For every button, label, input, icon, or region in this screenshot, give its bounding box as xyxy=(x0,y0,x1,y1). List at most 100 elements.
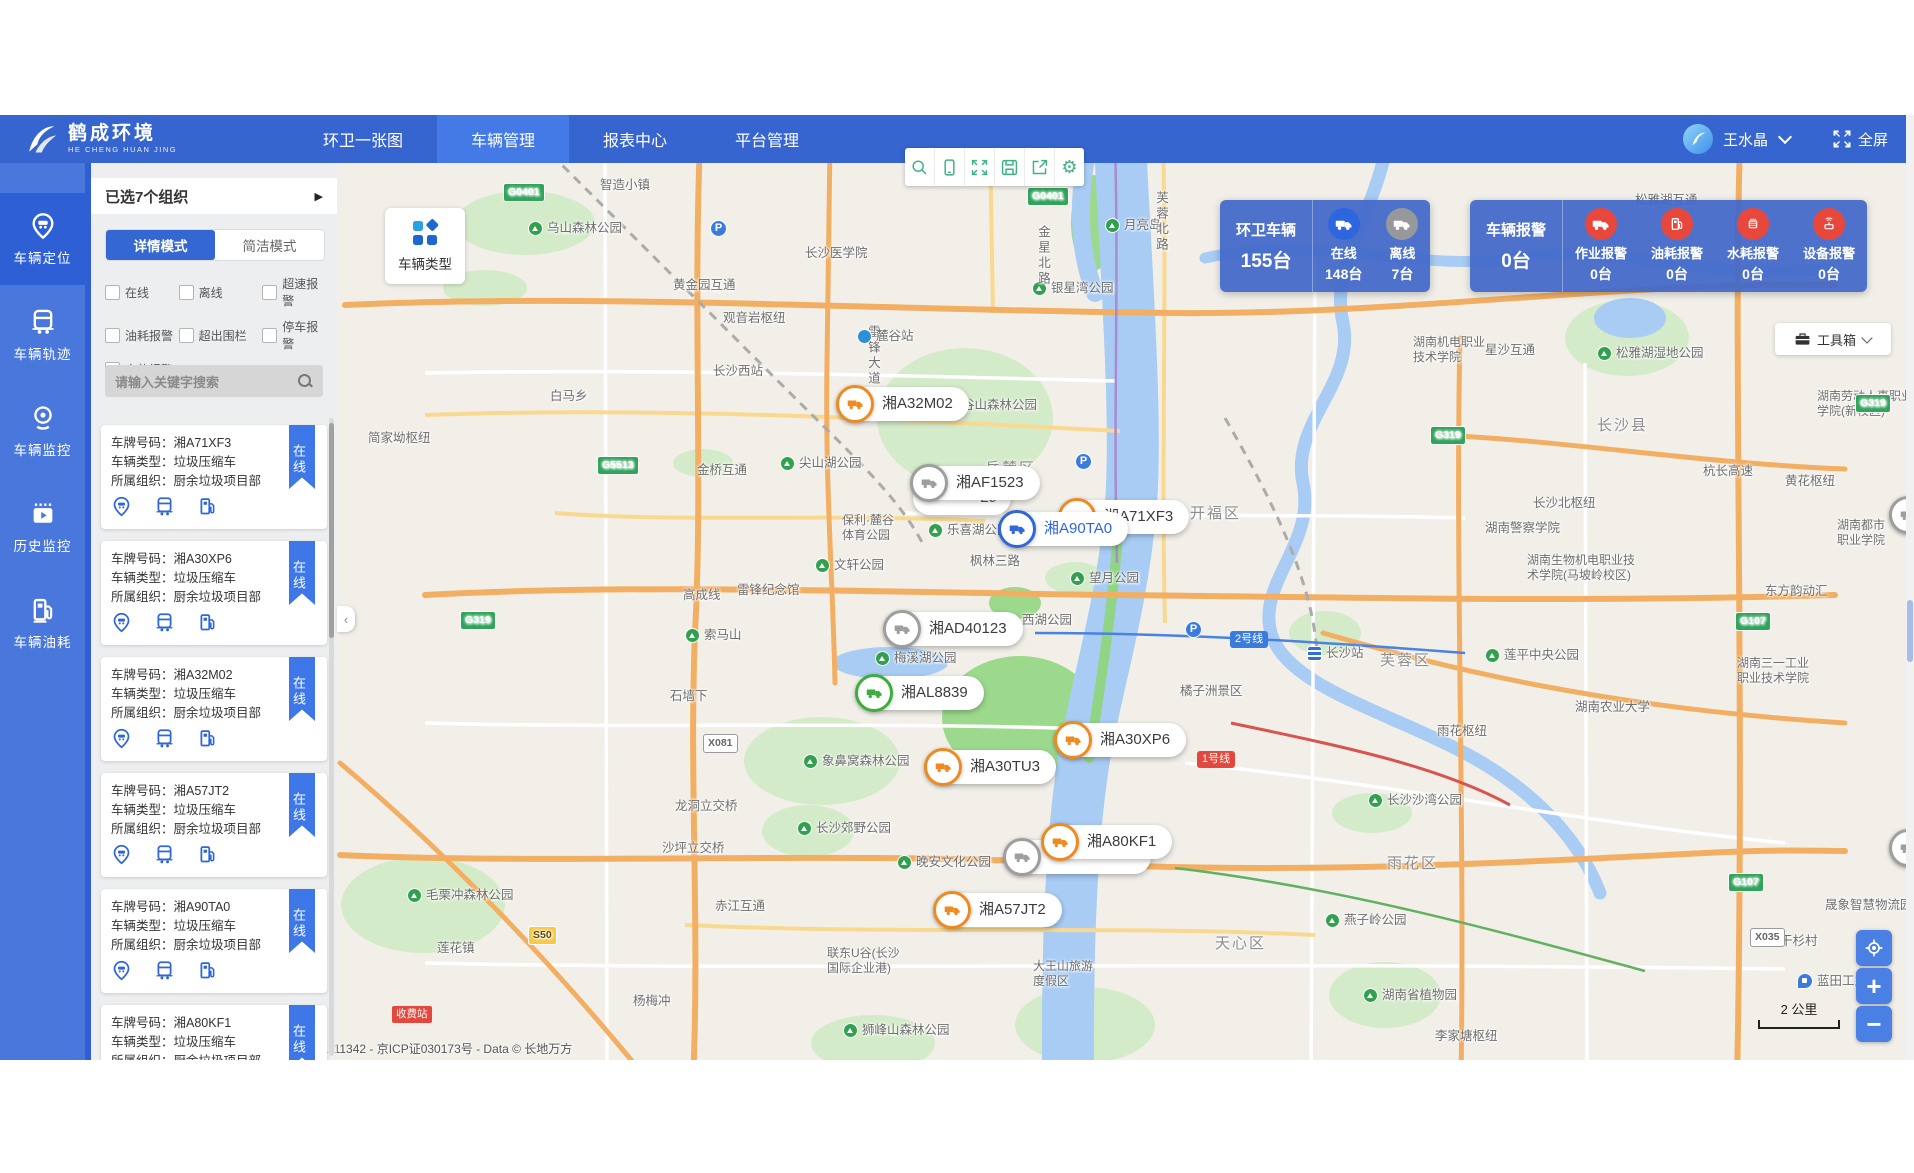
vehicle-card[interactable]: 车牌号码：湘A57JT2 车辆类型：垃圾压缩车 所属组织：厨余垃圾项目部 在线 xyxy=(101,773,327,877)
vehicle-marker[interactable]: 湘A30TU3 xyxy=(926,750,1056,784)
vehicle-type-icon xyxy=(411,219,439,247)
vehicle-list-panel: 已选7个组织 ▶ 详情模式 简洁模式 在线 离线 超速报警 油耗报警 超出围栏 … xyxy=(85,163,337,1060)
nav-item-platform-management[interactable]: 平台管理 xyxy=(701,115,833,163)
nav-item-overview-map[interactable]: 环卫一张图 xyxy=(289,115,437,163)
stats-offline: 离线 7台 xyxy=(1374,200,1430,292)
nav-item-report-center[interactable]: 报表中心 xyxy=(569,115,701,163)
page-scrollbar[interactable] xyxy=(1906,115,1914,1060)
vehicle-marker[interactable]: 湘A80KF1 xyxy=(1043,825,1172,859)
list-scrollbar-thumb[interactable] xyxy=(329,423,334,638)
filter-offline[interactable]: 离线 xyxy=(179,275,263,309)
vehicle-type-button[interactable]: 车辆类型 xyxy=(385,208,465,284)
car-pin-icon[interactable] xyxy=(111,844,132,865)
map-label-place: 东方韵动汇 xyxy=(1765,584,1828,599)
vehicle-card[interactable]: 车牌号码：湘A80KF1 车辆类型：垃圾压缩车 所属组织：厨余垃圾项目部 在线 xyxy=(101,1005,327,1060)
fuel-pump-icon[interactable] xyxy=(197,612,218,633)
avatar[interactable] xyxy=(1683,124,1713,154)
fuel-pump-icon[interactable] xyxy=(197,728,218,749)
sidebar-item-history-monitor[interactable]: 历史监控 xyxy=(0,481,85,573)
bus-icon[interactable] xyxy=(154,844,175,865)
map-label-park: 毛栗冲森林公园 xyxy=(407,888,514,903)
bus-icon[interactable] xyxy=(154,728,175,749)
toolbox-button[interactable]: 工具箱 xyxy=(1775,323,1891,355)
checkbox[interactable] xyxy=(262,285,277,300)
user-name[interactable]: 王水晶 xyxy=(1723,129,1768,150)
water-alarm-icon xyxy=(1737,208,1769,240)
map-label-shield_green: G107 xyxy=(1728,873,1764,892)
settings-gear-icon[interactable]: ⚙ xyxy=(1055,148,1084,186)
checkbox[interactable] xyxy=(105,328,120,343)
vehicle-card[interactable]: 车牌号码：湘A30XP6 车辆类型：垃圾压缩车 所属组织：厨余垃圾项目部 在线 xyxy=(101,541,327,645)
org-selector[interactable]: 已选7个组织 ▶ xyxy=(91,178,337,214)
vehicle-card[interactable]: 车牌号码：湘A71XF3 车辆类型：垃圾压缩车 所属组织：厨余垃圾项目部 在线 xyxy=(101,425,327,529)
truck-icon xyxy=(836,385,874,423)
checkbox[interactable] xyxy=(179,285,194,300)
page-scrollbar-thumb[interactable] xyxy=(1907,600,1913,662)
bus-icon[interactable] xyxy=(154,960,175,981)
tab-detail-mode[interactable]: 详情模式 xyxy=(106,230,215,260)
zoom-in-button[interactable]: + xyxy=(1856,968,1892,1004)
offline-label: 离线 xyxy=(1389,243,1415,262)
car-pin-icon[interactable] xyxy=(111,496,132,517)
vehicle-marker[interactable]: 湘A32M02 xyxy=(838,387,969,421)
truck-icon xyxy=(924,748,962,786)
truck-alarm-icon xyxy=(1585,208,1617,240)
save-icon[interactable] xyxy=(995,148,1025,186)
fullscreen-button[interactable]: 全屏 xyxy=(1832,129,1888,150)
fuel-pump-icon[interactable] xyxy=(197,960,218,981)
chevron-down-icon[interactable] xyxy=(1778,130,1792,144)
car-pin-icon[interactable] xyxy=(111,960,132,981)
filter-online[interactable]: 在线 xyxy=(105,275,179,309)
map-canvas[interactable]: 智造小镇G0401G0401松雅湖互通乌山森林公园月亮岛P长沙医学院黄金园互通银… xyxy=(85,163,1914,1060)
vehicle-marker[interactable]: 湘AD40123 xyxy=(885,612,1023,646)
fuel-pump-icon[interactable] xyxy=(197,496,218,517)
map-label-park: 长沙郊野公园 xyxy=(797,821,891,836)
sidebar-item-vehicle-location[interactable]: 车辆定位 xyxy=(0,193,85,285)
car-pin-icon[interactable] xyxy=(111,728,132,749)
park-icon xyxy=(1325,913,1340,928)
map-label-place: 杨梅冲 xyxy=(633,994,671,1009)
filter-parking-alarm[interactable]: 停车报警 xyxy=(262,318,330,352)
stats-panel-vehicles: 环卫车辆 155台 在线 148台 离线 7台 xyxy=(1220,200,1430,292)
checkbox[interactable] xyxy=(105,285,120,300)
sidebar-item-label: 车辆油耗 xyxy=(14,631,72,651)
expand-right-icon[interactable]: ▶ xyxy=(315,190,323,203)
mobile-icon[interactable] xyxy=(935,148,965,186)
sidebar-item-vehicle-fuel[interactable]: 车辆油耗 xyxy=(0,577,85,669)
vehicle-marker[interactable]: 湘A30XP6 xyxy=(1056,723,1186,757)
expand-icon[interactable] xyxy=(965,148,995,186)
sidebar-item-vehicle-monitor[interactable]: 车辆监控 xyxy=(0,385,85,477)
tab-simple-mode[interactable]: 简洁模式 xyxy=(215,230,324,260)
vehicle-marker[interactable]: 湘AF1523 xyxy=(912,466,1040,500)
filter-fuel-alarm[interactable]: 油耗报警 xyxy=(105,318,179,352)
filter-fence-alarm[interactable]: 超出围栏 xyxy=(179,318,263,352)
checkbox[interactable] xyxy=(262,328,277,343)
nav-item-vehicle-management[interactable]: 车辆管理 xyxy=(437,115,569,163)
car-pin-icon[interactable] xyxy=(111,612,132,633)
filter-speeding-alarm[interactable]: 超速报警 xyxy=(262,275,330,309)
search-icon[interactable] xyxy=(297,373,313,389)
export-icon[interactable] xyxy=(1025,148,1055,186)
fuel-pump-icon[interactable] xyxy=(197,844,218,865)
map-label-place: 黄花枢纽 xyxy=(1785,474,1835,489)
vehicle-marker[interactable]: 湘AL8839 xyxy=(857,676,984,710)
zoom-out-button[interactable]: − xyxy=(1856,1006,1892,1042)
parking-icon: P xyxy=(1185,621,1202,638)
vehicle-marker[interactable]: 湘A57JT2 xyxy=(935,893,1062,927)
map-label-place: 星沙互通 xyxy=(1485,343,1535,358)
fullscreen-icon xyxy=(1832,129,1852,149)
sidebar-item-vehicle-track[interactable]: 车辆轨迹 xyxy=(0,289,85,381)
zoom-search-icon[interactable] xyxy=(905,148,935,186)
bus-icon[interactable] xyxy=(154,612,175,633)
checkbox[interactable] xyxy=(179,328,194,343)
locate-button[interactable] xyxy=(1856,930,1892,966)
filter-label: 油耗报警 xyxy=(125,327,173,344)
truck-icon xyxy=(1003,838,1041,876)
bus-icon[interactable] xyxy=(154,496,175,517)
search-input[interactable]: 请输入关键字搜索 xyxy=(105,365,323,397)
vehicle-marker[interactable]: 湘A90TA0 xyxy=(1000,512,1128,546)
map-label-park: 望月公园 xyxy=(1070,571,1139,586)
panel-collapse-button[interactable]: ‹ xyxy=(337,606,355,632)
vehicle-card[interactable]: 车牌号码：湘A32M02 车辆类型：垃圾压缩车 所属组织：厨余垃圾项目部 在线 xyxy=(101,657,327,761)
vehicle-card[interactable]: 车牌号码：湘A90TA0 车辆类型：垃圾压缩车 所属组织：厨余垃圾项目部 在线 xyxy=(101,889,327,993)
